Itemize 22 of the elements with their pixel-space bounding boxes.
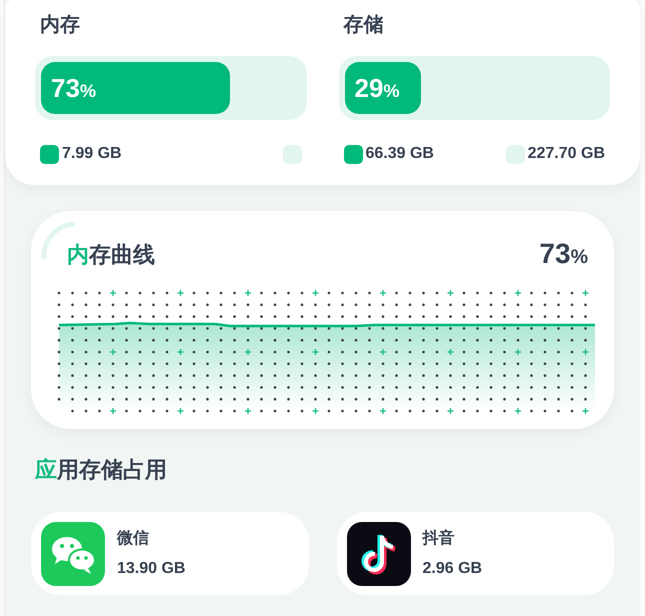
legend-swatch — [506, 144, 525, 164]
legend-label: 227.70 GB — [528, 144, 605, 164]
chat-bubbles-icon — [41, 522, 105, 586]
app-size: 13.90 GB — [117, 558, 186, 578]
memory-percent: 73% — [539, 237, 588, 271]
section-title: 内存 — [40, 13, 80, 38]
section-title: 存储 — [344, 13, 384, 38]
usage-percent: 73% — [51, 72, 96, 104]
app-size: 2.96 GB — [422, 558, 482, 578]
section-title: 应用存储占用 — [35, 456, 167, 484]
legend-label: 66.39 GB — [366, 144, 434, 164]
chart-title: 内存曲线 — [67, 240, 155, 268]
app-name: 微信 — [117, 528, 150, 548]
legend-swatch — [282, 144, 302, 164]
usage-percent: 29% — [354, 72, 400, 104]
legend-label: 7.99 GB — [62, 144, 122, 164]
music-note-icon — [346, 522, 410, 586]
legend-swatch — [344, 144, 362, 164]
app-card[interactable]: 抖音 2.96 GB — [336, 512, 614, 595]
app-name: 抖音 — [422, 528, 456, 548]
app-card[interactable]: 微信 13.90 GB — [31, 512, 308, 595]
legend-swatch — [40, 144, 59, 164]
